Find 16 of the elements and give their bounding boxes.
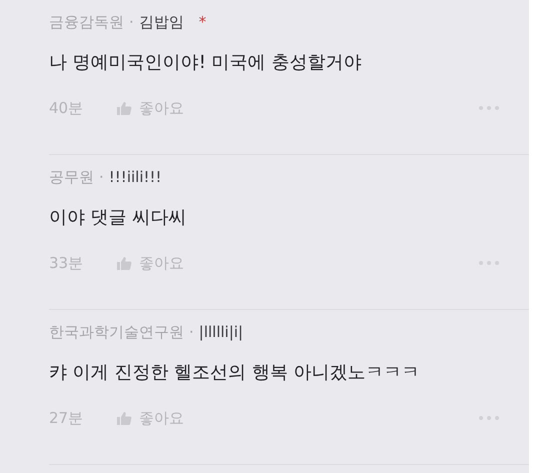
author-name: 김밥임: [138, 12, 184, 32]
affiliation-label: 금융감독원: [49, 12, 124, 32]
separator-dot: ·: [99, 168, 104, 186]
comment-text: 캬 이게 진정한 헬조선의 행복 아니겠노ㅋㅋㅋ: [49, 361, 421, 385]
affiliation-label: 한국과학기술연구원: [49, 322, 184, 342]
author-name: |llllli|i|: [198, 323, 244, 341]
comment-text: 이야 댓글 씨다씨: [49, 206, 188, 230]
affiliation-label: 공무원: [49, 168, 94, 186]
thumbs-up-icon: [117, 411, 133, 425]
asterisk-mark: *: [198, 13, 206, 31]
thumbs-up-icon: [117, 256, 133, 270]
separator-dot: ·: [189, 323, 194, 341]
comment-text: 나 명예미국인이야! 미국에 충성할거야: [49, 51, 362, 75]
author-name: !!!iili!!!: [108, 168, 162, 186]
thumbs-up-icon: [117, 101, 133, 115]
separator-dot: ·: [129, 13, 134, 31]
